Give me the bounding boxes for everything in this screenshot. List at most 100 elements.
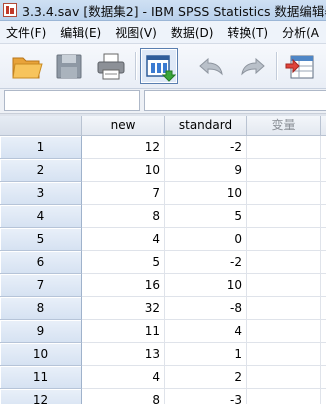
save-disk-icon (56, 54, 82, 79)
row-header[interactable]: 7 (0, 274, 82, 297)
cell-standard[interactable]: 0 (165, 228, 247, 251)
menu-edit[interactable]: 编辑(E) (54, 24, 109, 41)
menu-analyze[interactable]: 分析(A (276, 24, 326, 41)
open-folder-button[interactable] (8, 48, 46, 84)
row-header[interactable]: 2 (0, 159, 82, 182)
cell-empty[interactable] (247, 159, 321, 182)
cell-empty[interactable] (247, 343, 321, 366)
cell-partial[interactable] (321, 343, 326, 366)
table-row: 11 4 2 (0, 366, 326, 389)
row-header[interactable]: 6 (0, 251, 82, 274)
cell-empty[interactable] (247, 205, 321, 228)
cell-new[interactable]: 4 (82, 228, 165, 251)
column-header-row: new standard 变量 (0, 116, 326, 136)
cell-empty[interactable] (247, 228, 321, 251)
cell-standard[interactable]: 5 (165, 205, 247, 228)
cell-standard[interactable]: -8 (165, 297, 247, 320)
spss-app-icon (3, 3, 17, 17)
row-header[interactable]: 11 (0, 366, 82, 389)
row-header[interactable]: 9 (0, 320, 82, 343)
go-to-case-button[interactable] (282, 48, 320, 84)
cell-new[interactable]: 16 (82, 274, 165, 297)
cell-new[interactable]: 12 (82, 136, 165, 159)
cell-standard[interactable]: 10 (165, 274, 247, 297)
cell-partial[interactable] (321, 366, 326, 389)
cell-empty[interactable] (247, 251, 321, 274)
table-row: 10 13 1 (0, 343, 326, 366)
row-header[interactable]: 12 (0, 389, 82, 404)
cell-content-input[interactable] (144, 90, 326, 111)
column-header-standard[interactable]: standard (165, 116, 247, 136)
cell-new[interactable]: 8 (82, 389, 165, 404)
print-button[interactable] (92, 48, 130, 84)
cell-new[interactable]: 11 (82, 320, 165, 343)
table-row: 12 8 -3 (0, 389, 326, 404)
row-header[interactable]: 4 (0, 205, 82, 228)
cell-new[interactable]: 13 (82, 343, 165, 366)
cell-new[interactable]: 10 (82, 159, 165, 182)
table-row: 3 7 10 (0, 182, 326, 205)
data-grid: new standard 变量 1 12 -2 2 10 9 3 7 10 4 8 5 5 4 0 6 5 -2 7… (0, 116, 326, 404)
row-header[interactable]: 3 (0, 182, 82, 205)
cell-partial[interactable] (321, 320, 326, 343)
row-header[interactable]: 1 (0, 136, 82, 159)
cell-empty[interactable] (247, 182, 321, 205)
cell-empty[interactable] (247, 297, 321, 320)
menu-view[interactable]: 视图(V) (109, 24, 165, 41)
cell-partial[interactable] (321, 389, 326, 404)
dialog-recall-button[interactable] (140, 48, 178, 84)
cell-empty[interactable] (247, 366, 321, 389)
menu-transform[interactable]: 转换(T) (221, 24, 276, 41)
column-header-new[interactable]: new (82, 116, 165, 136)
cell-standard[interactable]: -2 (165, 251, 247, 274)
cell-standard[interactable]: 9 (165, 159, 247, 182)
column-header-partial[interactable] (321, 116, 326, 136)
cell-partial[interactable] (321, 182, 326, 205)
column-header-empty-variable[interactable]: 变量 (247, 116, 321, 136)
cell-partial[interactable] (321, 297, 326, 320)
redo-button[interactable] (233, 48, 271, 84)
row-header[interactable]: 8 (0, 297, 82, 320)
cell-new[interactable]: 32 (82, 297, 165, 320)
table-row: 485 (0, 205, 326, 228)
toolbar (0, 44, 326, 89)
cell-standard[interactable]: -3 (165, 389, 247, 404)
toolbar-separator (276, 52, 278, 80)
cell-partial[interactable] (321, 228, 326, 251)
menu-bar: 文件(F) 编辑(E) 视图(V) 数据(D) 转换(T) 分析(A (0, 21, 326, 44)
cell-partial[interactable] (321, 274, 326, 297)
row-header[interactable]: 10 (0, 343, 82, 366)
cell-standard[interactable]: 1 (165, 343, 247, 366)
table-row: 9 11 4 (0, 320, 326, 343)
cell-empty[interactable] (247, 320, 321, 343)
cell-empty[interactable] (247, 274, 321, 297)
table-row: 6 5 -2 (0, 251, 326, 274)
cell-partial[interactable] (321, 205, 326, 228)
cell-new[interactable]: 4 (82, 366, 165, 389)
cell-new[interactable]: 8 (82, 205, 165, 228)
undo-button[interactable] (193, 48, 231, 84)
go-to-case-icon (285, 55, 314, 79)
title-bar: 3.3.4.sav [数据集2] - IBM SPSS Statistics 数… (0, 0, 326, 21)
menu-file[interactable]: 文件(F) (0, 24, 54, 41)
row-header[interactable]: 5 (0, 228, 82, 251)
grid-corner[interactable] (0, 116, 82, 136)
menu-data[interactable]: 数据(D) (165, 24, 222, 41)
cell-new[interactable]: 5 (82, 251, 165, 274)
cell-standard[interactable]: 4 (165, 320, 247, 343)
save-button[interactable] (50, 48, 88, 84)
cell-partial[interactable] (321, 251, 326, 274)
cell-empty[interactable] (247, 389, 321, 404)
grid-body: 1 12 -2 2 10 9 3 7 10 4 8 5 5 4 0 6 5 -2 7 16 10 8 32 -8 9 11 4 10 1… (0, 136, 326, 404)
cell-new[interactable]: 7 (82, 182, 165, 205)
cell-standard[interactable]: 2 (165, 366, 247, 389)
cell-standard[interactable]: -2 (165, 136, 247, 159)
cell-empty[interactable] (247, 136, 321, 159)
table-row: 2 10 9 (0, 159, 326, 182)
undo-icon (199, 57, 223, 76)
cell-reference-box[interactable] (4, 90, 140, 111)
cell-partial[interactable] (321, 159, 326, 182)
toolbar-separator (135, 52, 137, 80)
cell-standard[interactable]: 10 (165, 182, 247, 205)
cell-partial[interactable] (321, 136, 326, 159)
